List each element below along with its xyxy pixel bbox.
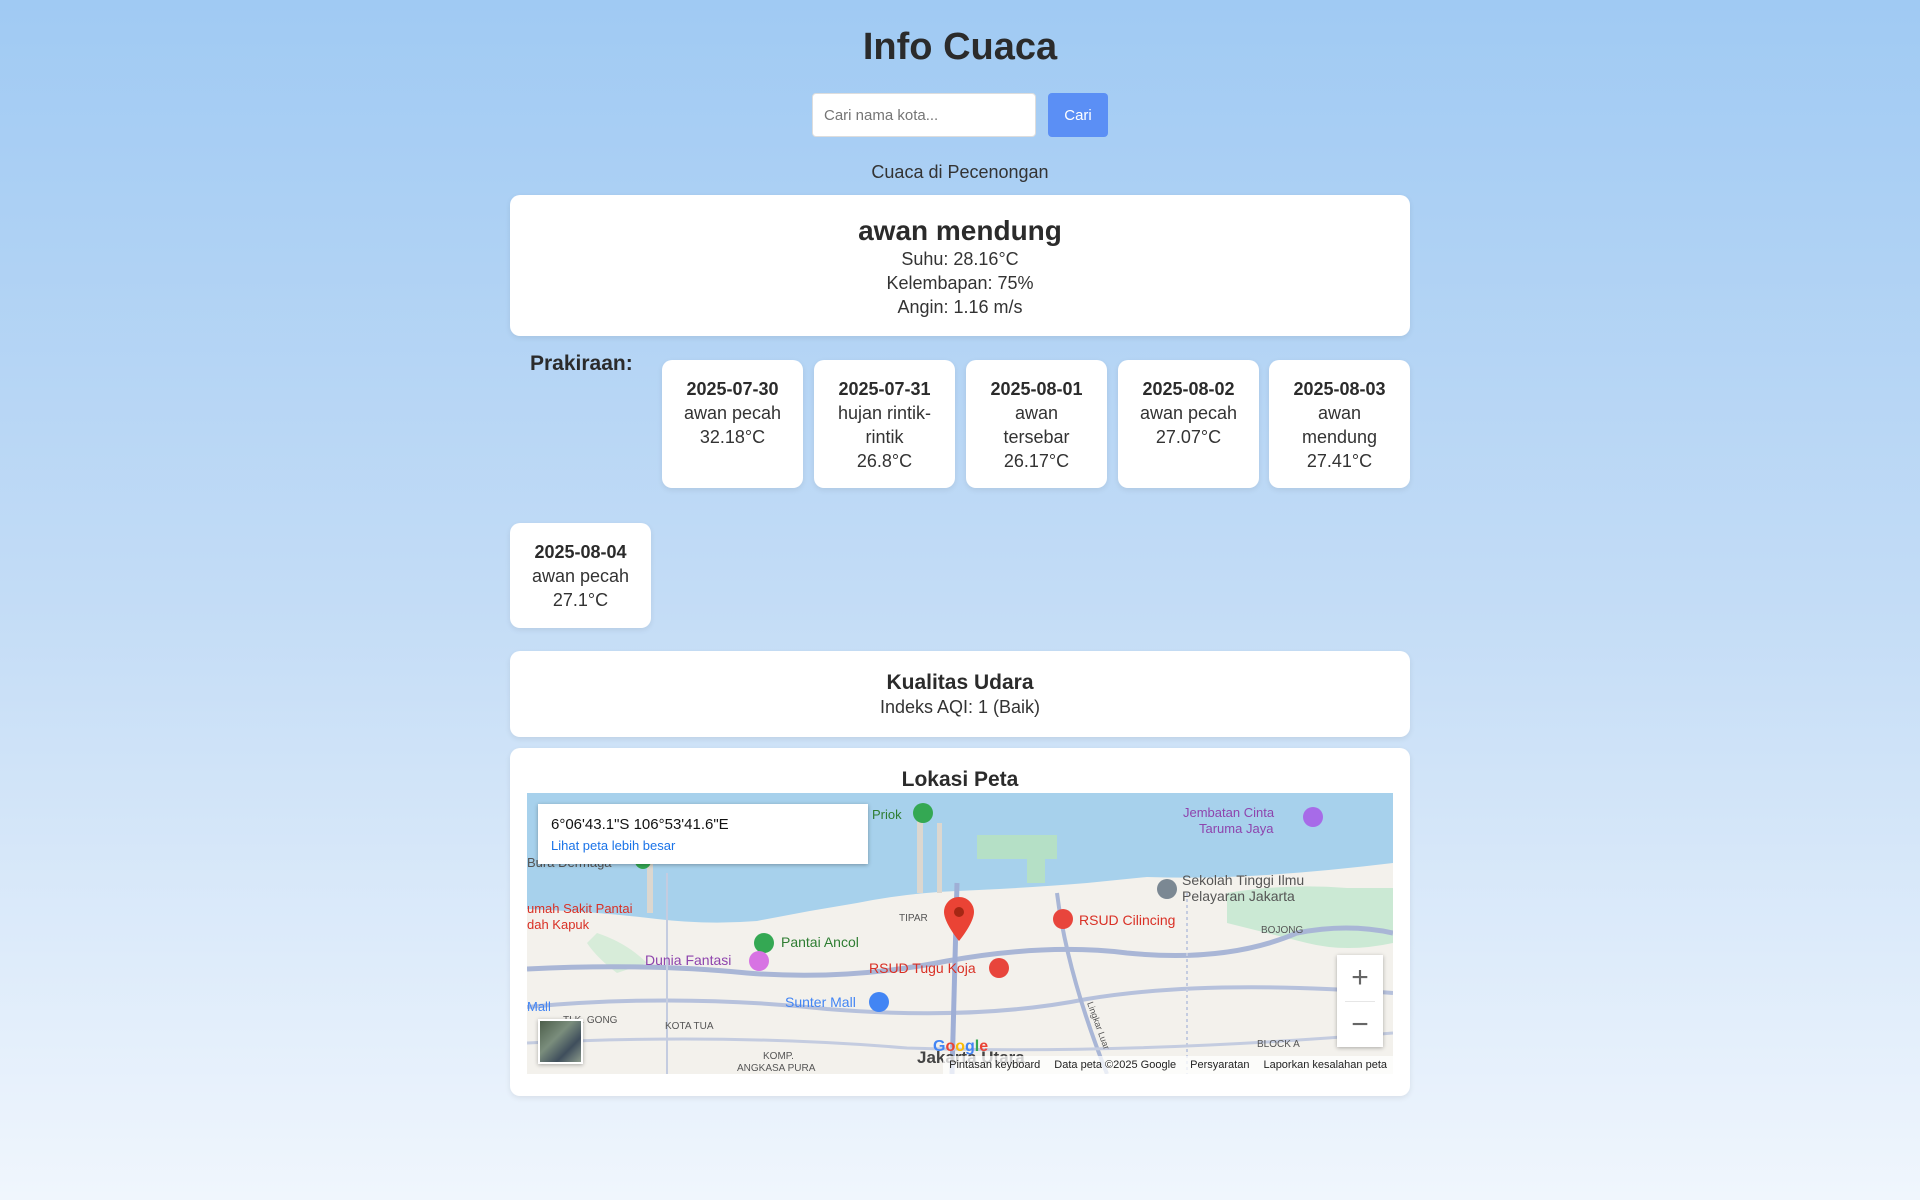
zoom-out-button[interactable]: − (1337, 1002, 1383, 1048)
air-quality-index: Indeks AQI: 1 (Baik) (879, 697, 1041, 717)
map-card: Lokasi Peta Priok Jembatan Cinta Taruma … (510, 748, 1410, 1096)
map-coordinates: 6°06'43.1"S 106°53'41.6"E (551, 816, 729, 833)
map-label: dah Kapuk (527, 917, 590, 932)
map-label: KOTA TUA (665, 1021, 714, 1032)
map-label: Pelayaran Jakarta (1182, 888, 1295, 904)
forecast-date: 2025-08-02 (1142, 379, 1235, 399)
forecast-temperature: 27.07°C (1155, 427, 1222, 447)
map-label: Mall (527, 999, 551, 1014)
map-label: umah Sakit Pantai (527, 901, 633, 916)
forecast-card: 2025-08-02 awan pecah 27.07°C (1118, 360, 1259, 488)
location-pin-icon[interactable] (944, 897, 974, 946)
terms-link[interactable]: Persyaratan (1190, 1059, 1249, 1071)
forecast-description: awan pecah (531, 566, 630, 586)
embedded-map[interactable]: Priok Jembatan Cinta Taruma Jaya Bura De… (527, 793, 1393, 1074)
forecast-description: awan pecah (683, 403, 782, 423)
map-label: RSUD Cilincing (1079, 912, 1175, 928)
forecast-card: 2025-07-30 awan pecah 32.18°C (662, 360, 803, 488)
map-label: BOJONG (1261, 925, 1303, 936)
keyboard-shortcuts-link[interactable]: Pintasan keyboard (949, 1059, 1040, 1071)
forecast-description: awan pecah (1139, 403, 1238, 423)
page-title: Info Cuaca (862, 26, 1058, 68)
map-label: RSUD Tugu Koja (869, 960, 976, 976)
air-quality-title: Kualitas Udara (886, 671, 1034, 694)
forecast-temperature: 26.8°C (856, 451, 913, 471)
forecast-temperature: 26.17°C (1003, 451, 1070, 471)
map-label: KOMP. (763, 1051, 794, 1062)
zoom-in-button[interactable]: + (1337, 955, 1383, 1001)
larger-map-link[interactable]: Lihat peta lebih besar (551, 838, 855, 853)
search-bar: Cari (812, 93, 1108, 137)
report-error-link[interactable]: Laporkan kesalahan peta (1263, 1059, 1387, 1071)
current-weather-card: awan mendung Suhu: 28.16°C Kelembapan: 7… (510, 195, 1410, 336)
city-search-input[interactable] (812, 93, 1036, 137)
weather-app: Info Cuaca Cari Cuaca di Pecenongan awan… (0, 0, 1920, 1200)
forecast-label: Prakiraan: (530, 352, 633, 375)
forecast-date: 2025-07-30 (686, 379, 779, 399)
location-label: Cuaca di Pecenongan (871, 162, 1049, 182)
map-label: BLOCK A (1257, 1039, 1300, 1050)
air-quality-card: Kualitas Udara Indeks AQI: 1 (Baik) (510, 651, 1410, 737)
forecast-date: 2025-08-03 (1293, 379, 1386, 399)
map-label: TIPAR (899, 913, 928, 924)
forecast-card: 2025-08-01 awan tersebar 26.17°C (966, 360, 1107, 488)
forecast-description: hujan rintik-rintik (837, 403, 932, 447)
forecast-temperature: 27.41°C (1306, 451, 1373, 471)
current-temperature: Suhu: 28.16°C (901, 249, 1019, 269)
map-footer: Pintasan keyboard Data peta ©2025 Google… (943, 1056, 1393, 1074)
satellite-layer-toggle[interactable] (538, 1019, 583, 1064)
map-label: Sunter Mall (785, 994, 856, 1010)
map-label: Taruma Jaya (1199, 821, 1274, 836)
map-label: Dunia Fantasi (645, 952, 731, 968)
current-description: awan mendung (858, 215, 1062, 246)
forecast-description: awan tersebar (1003, 403, 1070, 447)
map-info-box: 6°06'43.1"S 106°53'41.6"E Lihat peta leb… (538, 804, 868, 864)
map-label: Priok (872, 807, 902, 822)
forecast-date: 2025-07-31 (838, 379, 931, 399)
google-logo: Google (933, 1038, 989, 1055)
forecast-date: 2025-08-04 (534, 542, 627, 562)
zoom-controls: + − (1337, 955, 1383, 1047)
map-data-attribution: Data peta ©2025 Google (1054, 1059, 1177, 1071)
forecast-temperature: 27.1°C (552, 590, 609, 610)
map-label: Jembatan Cinta (1183, 805, 1275, 820)
current-wind: Angin: 1.16 m/s (897, 297, 1023, 317)
map-label: Pantai Ancol (781, 934, 859, 950)
forecast-temperature: 32.18°C (699, 427, 766, 447)
forecast-card: 2025-08-03 awan mendung 27.41°C (1269, 360, 1410, 488)
map-label: Sekolah Tinggi Ilmu (1182, 872, 1304, 888)
forecast-date: 2025-08-01 (990, 379, 1083, 399)
map-title: Lokasi Peta (901, 768, 1019, 791)
map-label: ANGKASA PURA (737, 1063, 816, 1074)
search-button[interactable]: Cari (1048, 93, 1108, 137)
current-humidity: Kelembapan: 75% (886, 273, 1034, 293)
forecast-card: 2025-08-04 awan pecah 27.1°C (510, 523, 651, 628)
forecast-card: 2025-07-31 hujan rintik-rintik 26.8°C (814, 360, 955, 488)
forecast-description: awan mendung (1301, 403, 1378, 447)
